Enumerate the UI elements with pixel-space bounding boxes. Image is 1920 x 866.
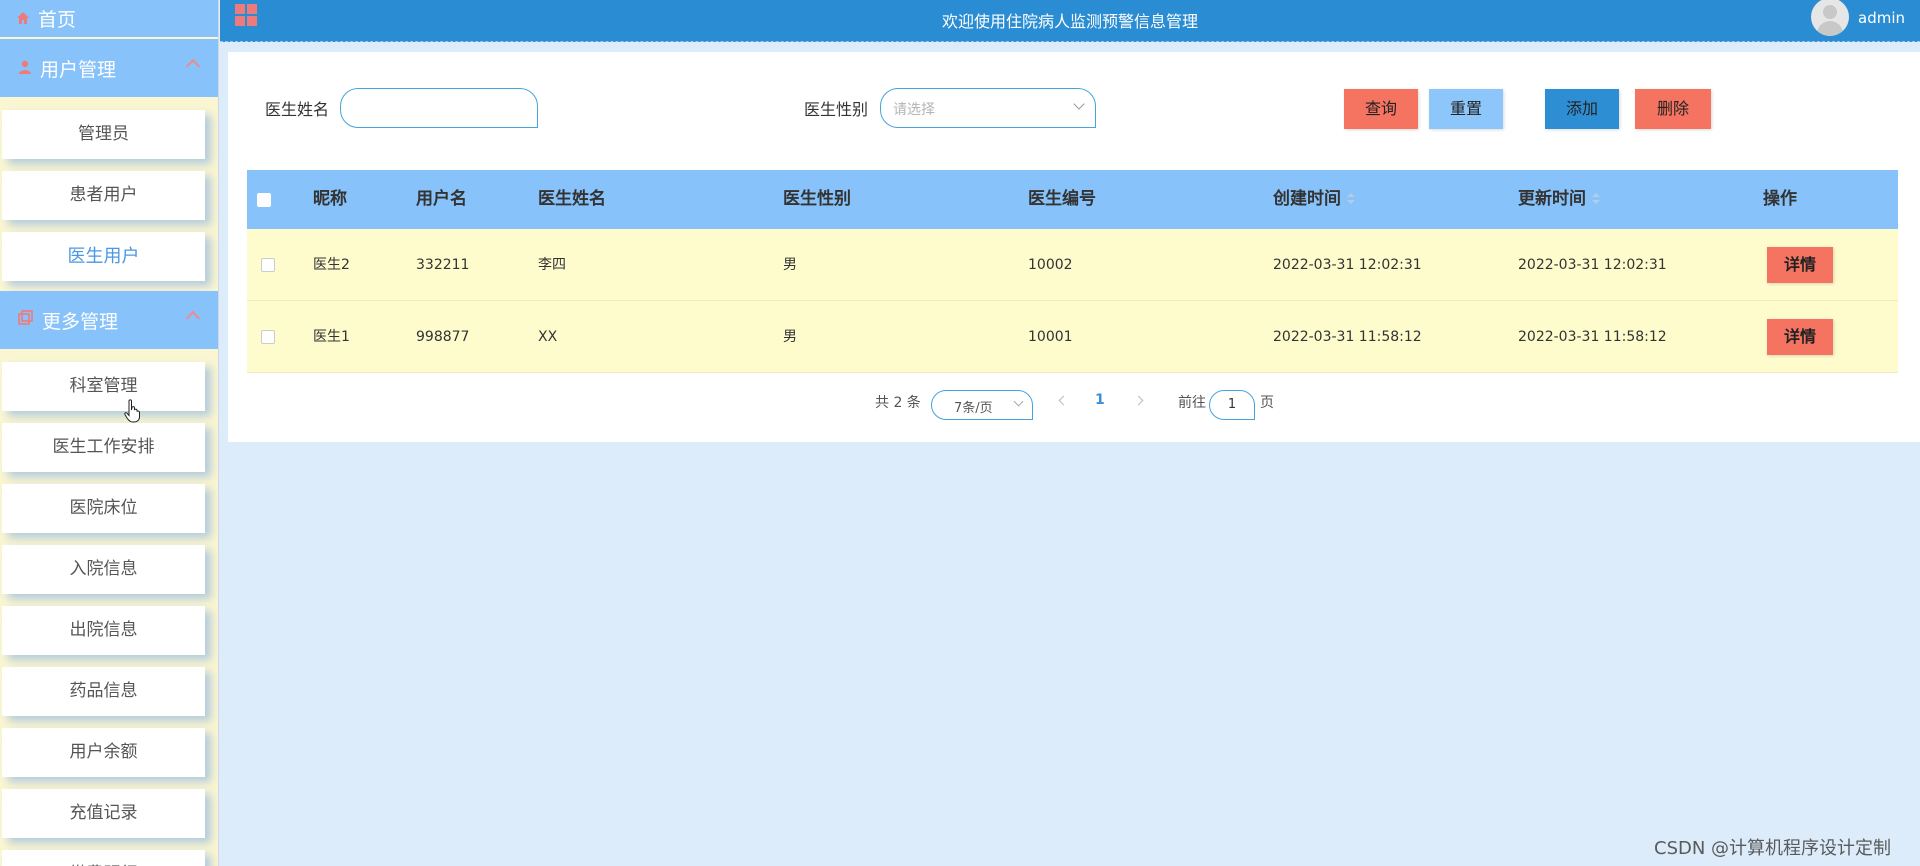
- sidebar-group-title: 用户管理: [40, 58, 117, 81]
- sidebar-item-admin[interactable]: 管理员: [2, 110, 205, 159]
- copy-icon: [18, 309, 34, 331]
- sort-icon[interactable]: [1347, 193, 1355, 205]
- page-size-select[interactable]: 7条/页: [931, 390, 1033, 420]
- cell-created: 2022-03-31 11:58:12: [1273, 329, 1422, 345]
- sidebar-home-label: 首页: [38, 9, 77, 31]
- chevron-up-icon: [185, 310, 201, 326]
- doctor-name-input[interactable]: [340, 88, 538, 128]
- cell-doctor-name: XX: [538, 329, 558, 345]
- sidebar: 首页 用户管理 管理员 患者用户 医生用户 更多管理 科室管理 医生工作安排 医…: [0, 0, 219, 866]
- table-header: 昵称 用户名 医生姓名 医生性别 医生编号 创建时间 更新时间 操作: [247, 170, 1898, 229]
- cell-username: 332211: [416, 257, 470, 273]
- detail-button[interactable]: 详情: [1767, 247, 1833, 283]
- sidebar-item-payments[interactable]: 缴费明细: [2, 850, 205, 866]
- header-actions: 操作: [1763, 189, 1797, 209]
- pagination-total: 共 2 条: [875, 395, 921, 411]
- header-created-time[interactable]: 创建时间: [1273, 170, 1355, 229]
- home-icon: [16, 8, 30, 30]
- chevron-down-icon: [1013, 396, 1024, 407]
- app-title: 欢迎使用住院病人监测预警信息管理: [941, 12, 1198, 31]
- chevron-down-icon: [1073, 98, 1085, 110]
- cell-updated: 2022-03-31 11:58:12: [1518, 329, 1667, 345]
- next-page-icon[interactable]: [1133, 395, 1144, 406]
- cell-nickname: 医生1: [313, 329, 350, 345]
- cell-gender: 男: [783, 257, 797, 273]
- add-button[interactable]: 添加: [1545, 89, 1619, 129]
- table-row: 医生1 998877 XX 男 10001 2022-03-31 11:58:1…: [247, 301, 1898, 373]
- page-unit-label: 页: [1260, 395, 1274, 411]
- hand-cursor-icon: [124, 399, 142, 423]
- table-row: 医生2 332211 李四 男 10002 2022-03-31 12:02:3…: [247, 229, 1898, 301]
- cell-gender: 男: [783, 329, 797, 345]
- sidebar-item-medicines[interactable]: 药品信息: [2, 667, 205, 716]
- doctor-table: 昵称 用户名 医生姓名 医生性别 医生编号 创建时间 更新时间 操作 医生2 3…: [247, 170, 1898, 373]
- goto-label: 前往: [1178, 395, 1206, 411]
- sidebar-group-more-management[interactable]: 更多管理: [0, 291, 218, 349]
- cell-updated: 2022-03-31 12:02:31: [1518, 257, 1667, 273]
- top-bar: 欢迎使用住院病人监测预警信息管理 admin: [220, 0, 1920, 42]
- cell-number: 10002: [1028, 257, 1073, 273]
- sidebar-item-departments[interactable]: 科室管理: [2, 362, 205, 411]
- main-panel: 医生姓名 医生性别 请选择 查询 重置 添加 删除 昵称 用户名 医生姓名 医生…: [228, 52, 1920, 442]
- prev-page-icon[interactable]: [1058, 395, 1069, 406]
- header-doctor-name: 医生姓名: [538, 189, 606, 209]
- doctor-gender-label: 医生性别: [804, 100, 869, 119]
- select-placeholder: 请选择: [893, 102, 935, 118]
- sidebar-group-title: 更多管理: [42, 310, 119, 333]
- sidebar-item-doctors[interactable]: 医生用户: [2, 232, 205, 281]
- row-checkbox[interactable]: [261, 258, 275, 272]
- header-doctor-gender: 医生性别: [783, 189, 851, 209]
- sidebar-item-recharge[interactable]: 充值记录: [2, 789, 205, 838]
- header-nickname: 昵称: [313, 189, 347, 209]
- goto-page-input[interactable]: 1: [1209, 390, 1255, 420]
- select-all-checkbox[interactable]: [257, 193, 271, 207]
- cell-number: 10001: [1028, 329, 1073, 345]
- cell-doctor-name: 李四: [538, 257, 566, 273]
- header-doctor-number: 医生编号: [1028, 189, 1096, 209]
- user-icon: [18, 57, 32, 79]
- page-number-current[interactable]: 1: [1095, 392, 1105, 408]
- doctor-name-label: 医生姓名: [265, 100, 330, 119]
- detail-button[interactable]: 详情: [1767, 319, 1833, 355]
- page-size-value: 7条/页: [954, 401, 993, 416]
- sidebar-item-admission[interactable]: 入院信息: [2, 545, 205, 594]
- sidebar-item-beds[interactable]: 医院床位: [2, 484, 205, 533]
- doctor-gender-select[interactable]: 请选择: [880, 88, 1096, 128]
- sidebar-item-home[interactable]: 首页: [0, 0, 218, 37]
- sidebar-group-items: 管理员 患者用户 医生用户: [0, 97, 218, 291]
- sidebar-item-doctor-schedule[interactable]: 医生工作安排: [2, 423, 205, 472]
- cell-created: 2022-03-31 12:02:31: [1273, 257, 1422, 273]
- cell-username: 998877: [416, 329, 470, 345]
- sidebar-item-balance[interactable]: 用户余额: [2, 728, 205, 777]
- query-button[interactable]: 查询: [1344, 89, 1418, 129]
- sidebar-group-user-management[interactable]: 用户管理: [0, 39, 218, 97]
- row-checkbox[interactable]: [261, 330, 275, 344]
- header-updated-time[interactable]: 更新时间: [1518, 170, 1600, 229]
- header-created-label: 创建时间: [1273, 189, 1341, 209]
- sidebar-item-discharge[interactable]: 出院信息: [2, 606, 205, 655]
- sidebar-group-items: 科室管理 医生工作安排 医院床位 入院信息 出院信息 药品信息 用户余额 充值记…: [0, 349, 218, 866]
- cell-nickname: 医生2: [313, 257, 350, 273]
- username-label[interactable]: admin: [1858, 9, 1905, 27]
- sort-icon[interactable]: [1592, 193, 1600, 205]
- reset-button[interactable]: 重置: [1429, 89, 1503, 129]
- header-updated-label: 更新时间: [1518, 189, 1586, 209]
- delete-button[interactable]: 删除: [1635, 89, 1711, 129]
- chevron-up-icon: [185, 58, 201, 74]
- header-username: 用户名: [416, 189, 467, 209]
- watermark: CSDN @计算机程序设计定制: [1654, 838, 1892, 859]
- sidebar-item-patients[interactable]: 患者用户: [2, 171, 205, 220]
